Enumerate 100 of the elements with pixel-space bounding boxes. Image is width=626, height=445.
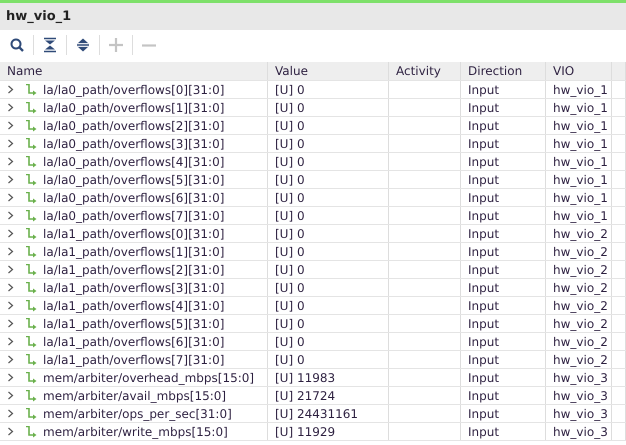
signal-value: [U] 0	[275, 316, 305, 330]
column-header[interactable]: Activity	[388, 62, 460, 80]
vio-name: hw_vio_1	[553, 82, 608, 96]
vio-name: hw_vio_2	[553, 244, 608, 258]
signal-value: [U] 0	[275, 172, 305, 186]
expand-caret-icon[interactable]	[6, 229, 15, 238]
signal-name: la/la0_path/overflows[3][31:0]	[43, 136, 224, 152]
probe-icon	[25, 84, 37, 96]
expand-caret-icon[interactable]	[6, 193, 15, 202]
signal-value: [U] 0	[275, 334, 305, 348]
expand-caret-icon[interactable]	[6, 355, 15, 364]
signal-name: la/la0_path/overflows[0][31:0]	[43, 82, 224, 98]
vio-name: hw_vio_2	[553, 316, 608, 330]
expand-caret-icon[interactable]	[6, 409, 15, 418]
column-header[interactable]: Name	[0, 62, 268, 80]
probe-icon	[25, 336, 37, 348]
expand-caret-icon[interactable]	[6, 391, 15, 400]
vio-name: hw_vio_1	[553, 118, 608, 132]
probe-icon	[25, 282, 37, 294]
signal-value: [U] 0	[275, 280, 305, 294]
expand-all-icon	[75, 37, 91, 53]
panel-title: hw_vio_1	[6, 9, 72, 24]
probe-icon	[25, 174, 37, 186]
direction-text: Input	[468, 388, 500, 402]
direction-text: Input	[468, 82, 500, 96]
expand-caret-icon[interactable]	[6, 427, 15, 436]
signal-value: [U] 0	[275, 190, 305, 204]
vio-name: hw_vio_2	[553, 352, 608, 366]
expand-caret-icon[interactable]	[6, 175, 15, 184]
probe-icon	[25, 228, 37, 240]
expand-caret-icon[interactable]	[6, 319, 15, 328]
signal-value: [U] 0	[275, 100, 305, 114]
signal-name: la/la1_path/overflows[7][31:0]	[43, 352, 224, 368]
direction-text: Input	[468, 424, 500, 438]
plus-icon	[108, 37, 124, 53]
signal-name: la/la1_path/overflows[1][31:0]	[43, 244, 224, 260]
vio-name: hw_vio_2	[553, 280, 608, 294]
direction-text: Input	[468, 262, 500, 276]
signal-name: la/la0_path/overflows[1][31:0]	[43, 100, 224, 116]
vio-name: hw_vio_3	[553, 370, 608, 384]
signal-value: [U] 0	[275, 226, 305, 240]
minus-icon	[141, 44, 157, 46]
signal-value: [U] 11983	[275, 370, 336, 384]
signal-value: [U] 0	[275, 154, 305, 168]
signal-name: la/la0_path/overflows[2][31:0]	[43, 118, 224, 134]
vio-name: hw_vio_2	[553, 334, 608, 348]
vio-name: hw_vio_1	[553, 154, 608, 168]
vio-name: hw_vio_1	[553, 136, 608, 150]
probe-icon	[25, 264, 37, 276]
signal-value: [U] 0	[275, 262, 305, 276]
expand-caret-icon[interactable]	[6, 283, 15, 292]
signal-value: [U] 0	[275, 82, 305, 96]
column-header[interactable]: VIO	[546, 62, 612, 80]
probe-icon	[25, 246, 37, 258]
signal-value: [U] 11929	[275, 424, 336, 438]
vio-name: hw_vio_3	[553, 424, 608, 438]
expand-caret-icon[interactable]	[6, 301, 15, 310]
probe-icon	[25, 318, 37, 330]
signal-name: la/la0_path/overflows[7][31:0]	[43, 208, 224, 224]
direction-text: Input	[468, 172, 500, 186]
signal-value: [U] 0	[275, 352, 305, 366]
expand-caret-icon[interactable]	[6, 85, 15, 94]
signal-name: mem/arbiter/avail_mbps[15:0]	[43, 388, 226, 404]
probe-icon	[25, 372, 37, 384]
probe-icon	[25, 426, 37, 438]
expand-caret-icon[interactable]	[6, 265, 15, 274]
column-header[interactable]: Direction	[460, 62, 546, 80]
expand-caret-icon[interactable]	[6, 121, 15, 130]
direction-text: Input	[468, 136, 500, 150]
direction-text: Input	[468, 316, 500, 330]
expand-caret-icon[interactable]	[6, 211, 15, 220]
expand-caret-icon[interactable]	[6, 103, 15, 112]
probe-icon	[25, 120, 37, 132]
signal-value: [U] 24431161	[275, 406, 358, 420]
direction-text: Input	[468, 370, 500, 384]
direction-text: Input	[468, 154, 500, 168]
signal-name: la/la1_path/overflows[6][31:0]	[43, 334, 224, 350]
signal-name: mem/arbiter/ops_per_sec[31:0]	[43, 406, 232, 422]
signal-value: [U] 0	[275, 118, 305, 132]
direction-text: Input	[468, 334, 500, 348]
signal-value: [U] 0	[275, 136, 305, 150]
vio-name: hw_vio_1	[553, 100, 608, 114]
direction-text: Input	[468, 190, 500, 204]
probe-icon	[25, 192, 37, 204]
expand-caret-icon[interactable]	[6, 157, 15, 166]
expand-caret-icon[interactable]	[6, 247, 15, 256]
signal-name: mem/arbiter/write_mbps[15:0]	[43, 424, 228, 440]
signal-name: la/la1_path/overflows[4][31:0]	[43, 298, 224, 314]
probe-icon	[25, 408, 37, 420]
signal-value: [U] 0	[275, 244, 305, 258]
signal-name: mem/arbiter/overhead_mbps[15:0]	[43, 370, 254, 386]
direction-text: Input	[468, 280, 500, 294]
vio-name: hw_vio_1	[553, 172, 608, 186]
signal-value: [U] 0	[275, 208, 305, 222]
expand-caret-icon[interactable]	[6, 337, 15, 346]
collapse-all-icon	[42, 37, 58, 53]
column-header[interactable]: Value	[268, 62, 388, 80]
vio-name: hw_vio_2	[553, 262, 608, 276]
expand-caret-icon[interactable]	[6, 139, 15, 148]
expand-caret-icon[interactable]	[6, 373, 15, 382]
